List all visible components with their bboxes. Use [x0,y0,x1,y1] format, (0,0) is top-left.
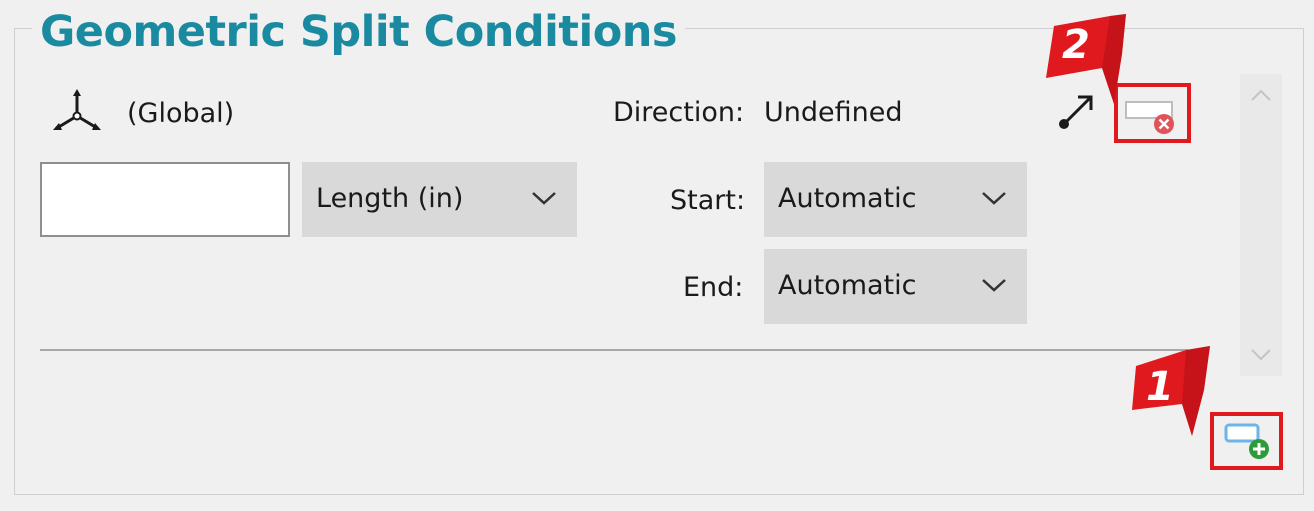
end-dropdown[interactable]: Automatic [764,249,1027,324]
end-value: Automatic [778,270,917,301]
length-input[interactable] [40,162,290,237]
group-title: Geometric Split Conditions [32,2,685,62]
vertical-scrollbar[interactable] [1240,74,1282,376]
end-label: End: [683,272,744,303]
axis-triad-icon [53,89,101,130]
direction-value: Undefined [764,97,903,128]
callout-1: 1 [1126,346,1220,438]
callout-1-number: 1 [1146,364,1174,410]
chevron-down-icon [532,192,556,205]
length-unit-value: Length (in) [316,183,464,214]
start-value: Automatic [778,183,917,214]
chevron-down-icon [982,192,1006,205]
callout-2-number: 2 [1062,22,1090,68]
direction-label: Direction: [613,97,745,128]
highlight-box-1 [1210,412,1283,470]
coordinate-system-label: (Global) [127,98,235,129]
scroll-up-icon[interactable] [1250,88,1272,102]
start-dropdown[interactable]: Automatic [764,162,1027,237]
length-unit-dropdown[interactable]: Length (in) [302,162,577,237]
callout-2: 2 [1040,14,1140,106]
condition-separator [40,349,1188,351]
start-label: Start: [670,185,746,216]
chevron-down-icon [982,279,1006,292]
scroll-down-icon[interactable] [1250,348,1272,362]
callout-arrow-shape [1046,14,1126,104]
